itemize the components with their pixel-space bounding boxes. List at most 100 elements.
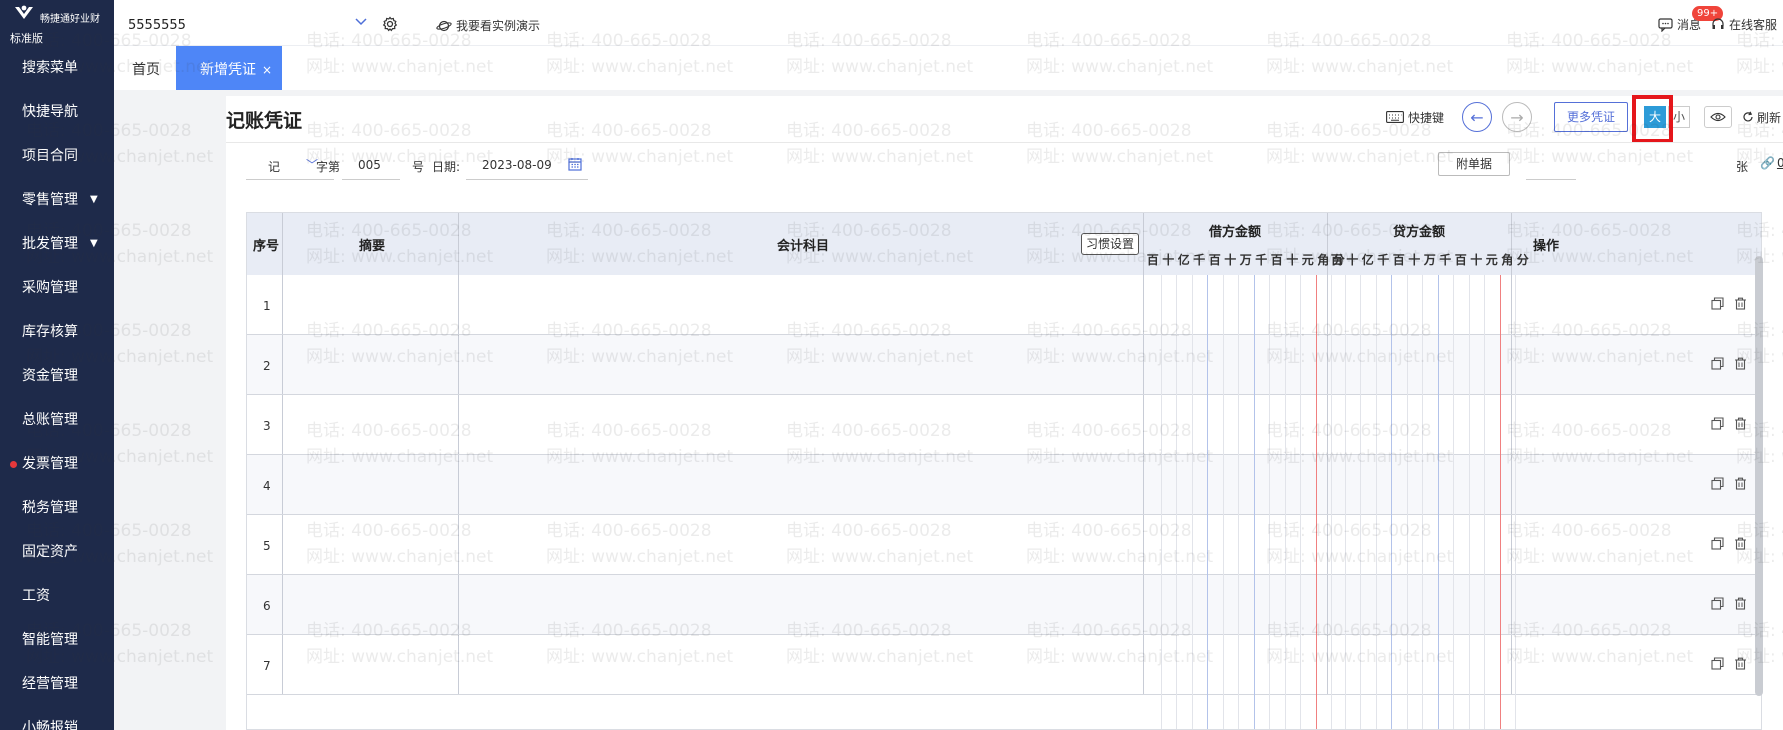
table-cell[interactable] [459,515,1144,574]
sidebar-item-label: 库存核算 [22,324,78,340]
copy-icon[interactable] [1711,477,1724,490]
delete-icon[interactable] [1734,657,1747,670]
sidebar-item-label: 采购管理 [22,280,78,296]
attachment-count-input[interactable] [1526,150,1576,180]
table-row[interactable]: 3 [247,395,1761,455]
copy-icon[interactable] [1711,417,1724,430]
chevron-down-icon[interactable] [354,15,368,29]
table-cell[interactable] [283,275,459,334]
account-selector[interactable]: 5555555 [128,18,186,33]
sidebar-item-quick-nav[interactable]: 快捷导航 [0,90,114,134]
delete-icon[interactable] [1734,297,1747,310]
copy-icon[interactable] [1711,297,1724,310]
row-actions [1711,657,1747,670]
row-number: 3 [263,419,271,433]
table-row[interactable]: 6 [247,575,1761,635]
sidebar-item-funds[interactable]: 资金管理 [0,354,114,398]
sidebar-item-business[interactable]: 经营管理 [0,662,114,706]
table-row[interactable]: 5 [247,515,1761,575]
table-cell[interactable] [459,395,1144,454]
credit-digit-label: 千 [1377,253,1390,267]
attachments-button[interactable]: 附单据 [1438,152,1510,176]
delete-icon[interactable] [1734,357,1747,370]
tab-home[interactable]: 首页 [132,46,160,90]
table-cell[interactable] [283,635,459,694]
sidebar-item-label: 经营管理 [22,676,78,692]
copy-icon[interactable] [1711,357,1724,370]
sidebar-item-payroll[interactable]: 工资 [0,574,114,618]
sidebar-item-project-contract[interactable]: 项目合同 [0,134,114,178]
credit-digit-label: 角 [1501,253,1514,267]
shortcut-label: 快捷键 [1407,110,1444,125]
demo-link[interactable]: 我要看实例演示 [436,17,540,34]
copy-icon[interactable] [1711,537,1724,550]
sidebar-item-label: 固定资产 [22,544,78,560]
table-cell[interactable] [283,335,459,394]
sidebar-item-label: 发票管理 [22,456,78,472]
copy-icon[interactable] [1711,657,1724,670]
tab-new-voucher[interactable]: 新增凭证 × [176,46,282,90]
debit-digit-label: 百 [1208,253,1221,267]
sidebar-item-invoice[interactable]: 发票管理 [0,442,114,486]
paperclip-icon: 🔗 [1760,156,1775,170]
preview-button[interactable] [1703,106,1732,128]
eye-icon [1710,112,1726,122]
table-cell[interactable] [283,515,459,574]
table-cell[interactable] [459,575,1144,634]
voucher-number-input[interactable]: 005 [342,150,400,180]
row-actions [1711,297,1747,310]
table-cell[interactable] [459,635,1144,694]
credit-digit-label: 元 [1485,253,1498,267]
sidebar-item-smart[interactable]: 智能管理 [0,618,114,662]
gear-icon[interactable] [382,16,398,32]
table-cell[interactable] [459,335,1144,394]
delete-icon[interactable] [1734,537,1747,550]
habit-settings-button[interactable]: 习惯设置 [1081,233,1140,255]
shortcut-button[interactable]: 快捷键 [1386,109,1444,126]
table-cell[interactable] [459,275,1144,334]
sidebar-item-purchase[interactable]: 采购管理 [0,266,114,310]
row-number: 2 [263,359,271,373]
table-cell[interactable] [283,575,459,634]
table-row[interactable]: 7 [247,635,1761,695]
voucher-header-form: 记 ﹀ 字第 005 号 日期: 2023-08-09 附单据 张 🔗 0 [246,150,1783,186]
row-actions [1711,477,1747,490]
table-row[interactable]: 1 [247,275,1761,335]
amount-grid-line [1300,275,1301,729]
delete-icon[interactable] [1734,477,1747,490]
sidebar-item-ledger[interactable]: 总账管理 [0,398,114,442]
credit-digit-label: 百 [1392,253,1405,267]
refresh-button[interactable]: 刷新 [1742,109,1781,126]
date-picker[interactable]: 2023-08-09 [466,150,588,180]
more-vouchers-button[interactable]: 更多凭证 [1553,102,1628,132]
row-number: 6 [263,599,271,613]
sidebar-item-retail[interactable]: 零售管理 ▼ [0,178,114,222]
debit-digit-label: 亿 [1177,253,1190,267]
sidebar-item-tax[interactable]: 税务管理 [0,486,114,530]
copy-icon[interactable] [1711,597,1724,610]
table-cell[interactable] [283,395,459,454]
table-row[interactable]: 4 [247,455,1761,515]
sidebar-item-wholesale[interactable]: 批发管理 ▼ [0,222,114,266]
watermark-phone: 电话: 400-665-0028 [1026,121,1192,141]
delete-icon[interactable] [1734,597,1747,610]
online-service-button[interactable]: 在线客服 [1711,16,1777,33]
sidebar: 畅捷通好业财 标准版 搜索菜单 快捷导航 项目合同 零售管理 ▼ 批发管理 ▼ 采购… [0,0,114,730]
table-cell[interactable] [459,455,1144,514]
table-row[interactable]: 2 [247,335,1761,395]
close-icon[interactable]: × [262,63,272,77]
sidebar-item-fixed-assets[interactable]: 固定资产 [0,530,114,574]
sidebar-item-search-menu[interactable]: 搜索菜单 [0,46,114,90]
sidebar-item-inventory[interactable]: 库存核算 [0,310,114,354]
messages-button[interactable]: 消息 99+ [1658,6,1724,33]
table-scrollbar[interactable] [1755,256,1763,696]
attachment-link[interactable]: 🔗 0 [1760,156,1783,170]
previous-voucher-button[interactable]: ← [1461,102,1492,132]
next-voucher-button[interactable]: → [1501,102,1532,132]
table-cell[interactable] [283,455,459,514]
delete-icon[interactable] [1734,417,1747,430]
chanjet-logo-icon [15,5,33,19]
size-toggle: 大 小 [1631,95,1690,143]
sidebar-item-expense[interactable]: 小畅报销 [0,706,114,730]
calendar-icon[interactable] [568,157,582,171]
